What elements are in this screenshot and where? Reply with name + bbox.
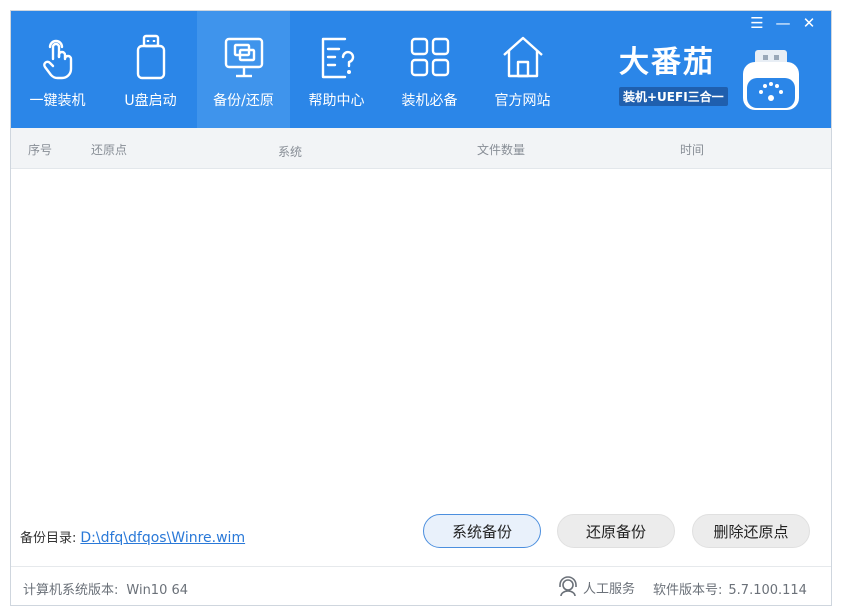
brand-logo: 大番茄 装机+UEFI三合一 [619, 45, 749, 106]
nav-item-backup-restore[interactable]: 备份/还原 [197, 11, 290, 128]
restore-points-table-header: 序号 还原点 系统 文件数量 时间 [11, 128, 831, 169]
software-version: 软件版本号: 5.7.100.114 [653, 579, 807, 598]
column-header-time: 时间 [680, 143, 705, 157]
help-document-icon [321, 37, 355, 79]
main-nav: 一键装机 U盘启动 备份/还原 帮助中心 装机必备 官方网站 [11, 11, 569, 128]
nav-item-usb-boot[interactable]: U盘启动 [104, 11, 197, 128]
menu-icon[interactable]: ☰ [749, 15, 765, 31]
column-header-file-count: 文件数量 [477, 143, 526, 157]
os-version-value: Win10 64 [126, 583, 189, 598]
nav-item-official-website[interactable]: 官方网站 [476, 11, 569, 128]
home-icon [503, 36, 543, 78]
nav-label: 备份/还原 [213, 93, 274, 109]
close-icon[interactable]: ✕ [801, 15, 817, 31]
nav-label: 官方网站 [494, 93, 551, 109]
nav-item-one-click-install[interactable]: 一键装机 [11, 11, 104, 128]
window-controls: ☰ — ✕ [749, 15, 817, 31]
status-bar: 计算机系统版本: Win10 64 人工服务 软件版本号: 5.7.100.114 [11, 566, 831, 605]
column-header-restore-point: 还原点 [91, 143, 128, 157]
column-header-index: 序号 [28, 143, 53, 157]
headset-icon [559, 576, 577, 597]
touch-hand-icon [43, 39, 73, 80]
monitor-copy-icon [224, 37, 264, 78]
apps-grid-icon [410, 37, 450, 77]
restore-backup-button[interactable]: 还原备份 [557, 514, 675, 548]
backup-directory: 备份目录: D:\dfq\dfqos\Winre.wim [20, 527, 245, 546]
usb-drive-icon [136, 34, 166, 80]
usb-logo-icon [743, 50, 799, 110]
system-backup-button[interactable]: 系统备份 [423, 514, 541, 548]
app-window: 一键装机 U盘启动 备份/还原 帮助中心 装机必备 官方网站 大番茄 装机+UE… [10, 10, 832, 606]
brand-name: 大番茄 [619, 45, 715, 80]
software-version-label: 软件版本号: [653, 583, 723, 598]
software-version-value: 5.7.100.114 [728, 583, 807, 598]
nav-label: U盘启动 [124, 93, 177, 109]
delete-restore-point-button[interactable]: 删除还原点 [692, 514, 810, 548]
nav-label: 一键装机 [29, 93, 86, 109]
backup-directory-label: 备份目录: [20, 531, 77, 546]
restore-points-table-body [11, 169, 831, 499]
nav-label: 帮助中心 [308, 93, 365, 109]
column-header-system: 系统 [278, 145, 303, 159]
nav-item-help-center[interactable]: 帮助中心 [290, 11, 383, 128]
customer-service-button[interactable]: 人工服务 [557, 576, 635, 598]
customer-service-label: 人工服务 [583, 581, 636, 597]
os-version-label: 计算机系统版本: [23, 583, 119, 598]
backup-directory-path-link[interactable]: D:\dfq\dfqos\Winre.wim [80, 530, 245, 546]
nav-item-essential-software[interactable]: 装机必备 [383, 11, 476, 128]
os-version: 计算机系统版本: Win10 64 [23, 579, 188, 598]
brand-subtitle: 装机+UEFI三合一 [619, 87, 728, 106]
minimize-icon[interactable]: — [775, 15, 791, 31]
nav-label: 装机必备 [401, 93, 458, 109]
top-navigation-bar: 一键装机 U盘启动 备份/还原 帮助中心 装机必备 官方网站 大番茄 装机+UE… [11, 11, 831, 128]
